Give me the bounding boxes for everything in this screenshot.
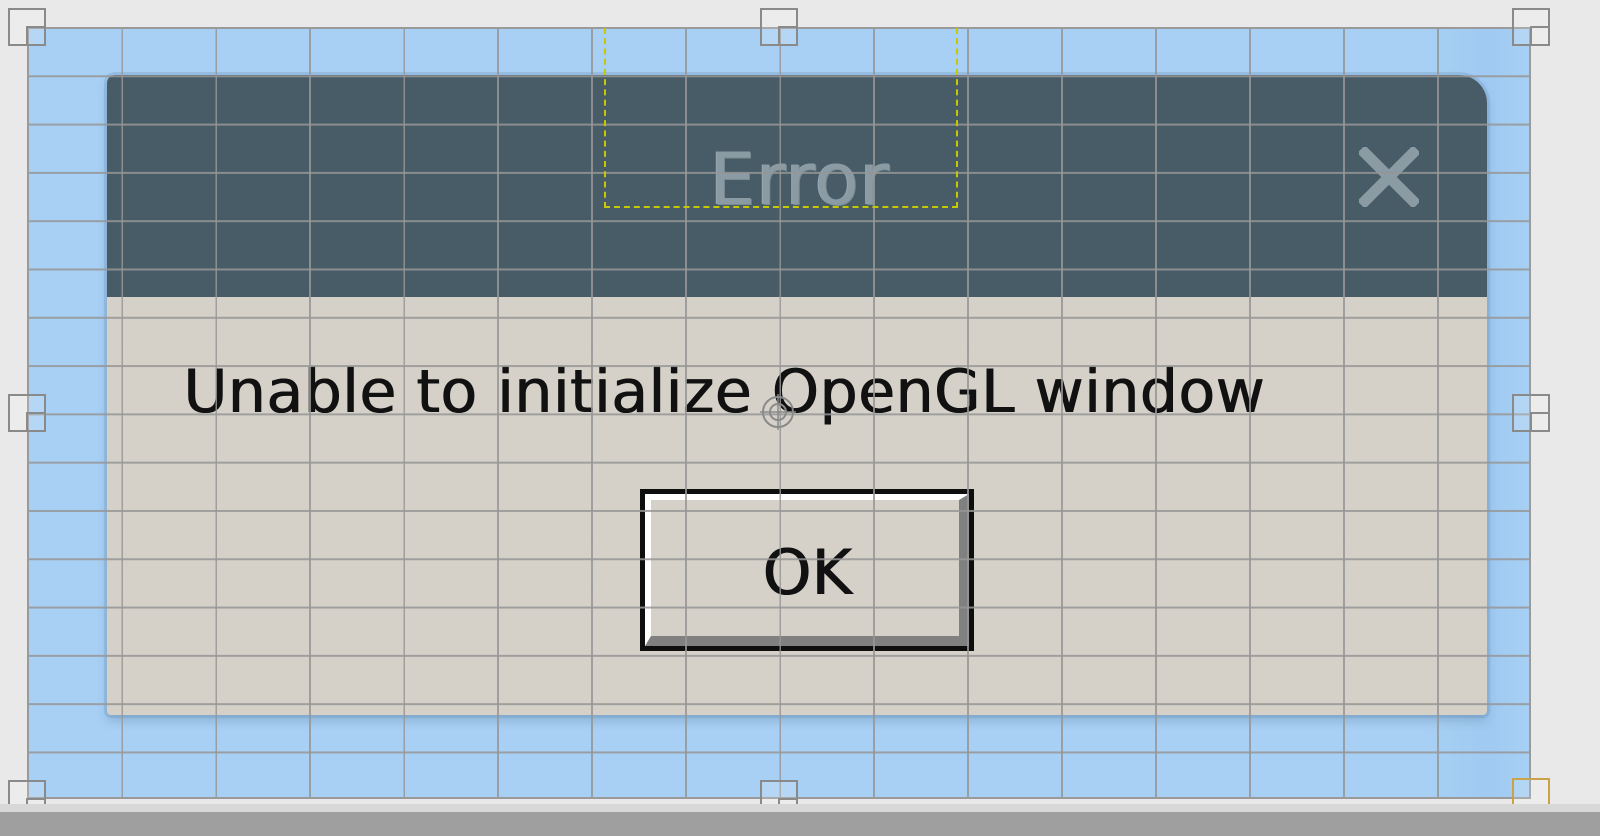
resize-handle-middle-left-icon[interactable] — [8, 394, 46, 432]
dialog-titlebar[interactable]: Error — [107, 75, 1487, 297]
status-separator — [0, 804, 1600, 812]
horizontal-scrollbar[interactable] — [0, 812, 1600, 836]
ok-button[interactable]: OK — [640, 489, 974, 651]
dialog-title: Error — [709, 137, 891, 221]
close-icon[interactable] — [1359, 147, 1419, 207]
resize-handle-middle-right-icon[interactable] — [1512, 394, 1550, 432]
error-dialog: Error Unable to initialize OpenGL window… — [107, 75, 1487, 715]
error-message: Unable to initialize OpenGL window — [183, 357, 1265, 427]
canvas-area[interactable]: Error Unable to initialize OpenGL window… — [27, 27, 1531, 799]
image-editor-canvas-view: Error Unable to initialize OpenGL window… — [0, 0, 1600, 836]
ok-button-label: OK — [762, 536, 852, 609]
resize-handle-top-left-icon[interactable] — [8, 8, 46, 46]
resize-handle-top-center-icon[interactable] — [760, 8, 798, 46]
resize-handle-top-right-icon[interactable] — [1512, 8, 1550, 46]
